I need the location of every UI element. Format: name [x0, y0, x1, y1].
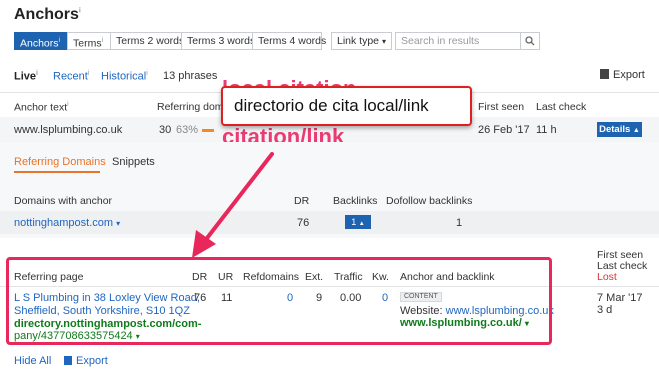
anchor-text: www.lsplumbing.co.uk — [14, 124, 123, 136]
phrases-count: 13 phrases — [163, 70, 218, 82]
col-anchor-text: Anchor texti — [14, 101, 69, 114]
link-type-label: Link type — [337, 35, 380, 47]
search-icon — [525, 36, 535, 49]
hide-all-link[interactable]: Hide All — [14, 355, 51, 367]
callout-text: directorio de cita local/link — [234, 96, 429, 115]
page-title-text: Anchors — [14, 6, 79, 23]
export-button[interactable]: Export — [600, 69, 645, 81]
tab-anchors[interactable]: Anchorsi — [14, 32, 68, 50]
domain-dr: 76 — [297, 217, 310, 229]
export-icon — [600, 69, 609, 79]
annotation-arrow — [192, 152, 274, 258]
percent-bar — [202, 129, 214, 132]
first-seen-value: 26 Feb '17 — [478, 124, 530, 136]
col-dr: DR — [294, 195, 310, 207]
col-lost: Lost — [597, 271, 617, 283]
col-backlinks: Backlinks — [333, 195, 378, 207]
col-dofollow: Dofollow backlinks — [386, 195, 473, 207]
mode-recent[interactable]: Recenti — [53, 70, 89, 83]
subtab-underline — [14, 171, 100, 173]
col-domains-with-anchor: Domains with anchor — [14, 195, 113, 207]
info-icon: i — [78, 7, 81, 15]
footer-export-link[interactable]: Export — [64, 355, 108, 367]
last-check-value: 11 h — [536, 124, 557, 136]
page-title: Anchorsi — [14, 6, 81, 24]
chevron-down-icon: ▾ — [381, 37, 386, 46]
search-input[interactable]: Search in results — [395, 32, 521, 50]
domain-link[interactable]: nottinghampost.com ▾ — [14, 217, 120, 229]
link-type-select[interactable]: Link type ▾ — [331, 32, 392, 50]
tab-terms[interactable]: Termsi — [67, 32, 111, 50]
mode-live[interactable]: Livei — [14, 70, 38, 83]
subtab-snippets[interactable]: Snippets — [112, 156, 155, 168]
backlinks-toggle[interactable]: 1 ▲ — [345, 215, 371, 229]
ref-domains-percent: 63% — [176, 124, 199, 136]
search-placeholder: Search in results — [401, 35, 480, 47]
tab-terms-3-words[interactable]: Terms 3 words — [181, 32, 255, 50]
tab-label: Anchors — [20, 37, 59, 50]
col-last-check: Last check — [536, 101, 587, 113]
tab-terms-4-words[interactable]: Terms 4 words — [252, 32, 326, 50]
ref-domains-count: 30 — [159, 124, 172, 136]
search-button[interactable] — [520, 32, 540, 50]
tab-terms-2-words[interactable]: Terms 2 words — [110, 32, 184, 50]
mode-historical[interactable]: Historicali — [101, 70, 148, 83]
ref-first-seen: 7 Mar '17 — [597, 292, 643, 304]
subtab-referring-domains[interactable]: Referring Domains — [14, 156, 106, 168]
col-ref-domains: Referring doma — [157, 101, 230, 113]
chevron-down-icon: ▾ — [116, 219, 121, 228]
col-first-seen: First seen — [478, 101, 525, 113]
export-icon — [64, 356, 72, 365]
caret-up-icon: ▲ — [358, 221, 365, 227]
details-button[interactable]: Details ▲ — [597, 122, 642, 137]
ref-last-check: 3 d — [597, 304, 613, 316]
highlight-box — [6, 257, 552, 345]
caret-up-icon: ▲ — [632, 127, 640, 134]
dofollow-value: 1 — [456, 217, 463, 229]
tab-label: Terms — [73, 37, 102, 50]
